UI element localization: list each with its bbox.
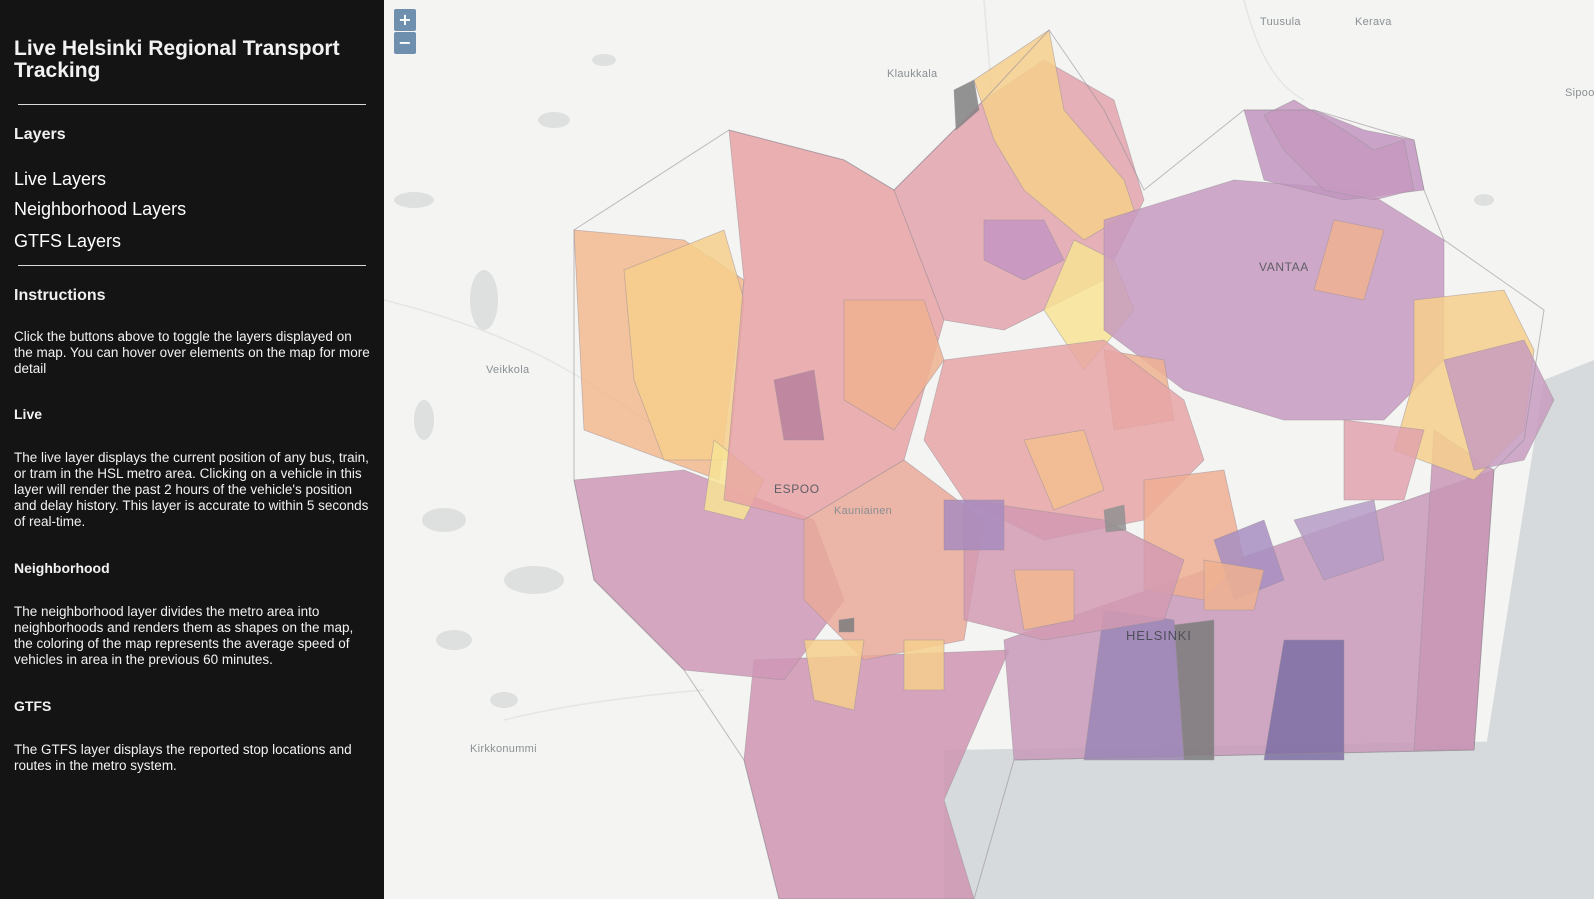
- sidebar: Live Helsinki Regional Transport Trackin…: [0, 0, 384, 899]
- map-view[interactable]: + − Tuusula Kerava Klaukkala Sipoo Veikk…: [384, 0, 1594, 899]
- instructions-text: Click the buttons above to toggle the la…: [14, 329, 370, 376]
- live-layers-button[interactable]: Live Layers: [14, 169, 106, 189]
- gtfs-heading: GTFS: [14, 698, 52, 714]
- place-label-veikkola: Veikkola: [486, 364, 530, 376]
- neighborhood-area[interactable]: [1013, 569, 1075, 631]
- sea-area: [944, 740, 1594, 899]
- map-canvas[interactable]: [384, 0, 1594, 899]
- place-label-kerava: Kerava: [1355, 16, 1392, 28]
- zoom-out-button[interactable]: −: [394, 32, 416, 54]
- neighborhood-layers-button[interactable]: Neighborhood Layers: [14, 199, 186, 219]
- zoom-in-button[interactable]: +: [394, 9, 416, 31]
- city-label-espoo: ESPOO: [774, 482, 820, 496]
- neighborhood-description: The neighborhood layer divides the metro…: [14, 604, 354, 667]
- place-label-klaukkala: Klaukkala: [887, 68, 938, 80]
- neighborhood-area[interactable]: [943, 499, 1005, 551]
- neighborhood-area[interactable]: [838, 617, 855, 633]
- gtfs-description: The GTFS layer displays the reported sto…: [14, 742, 352, 773]
- instructions-heading: Instructions: [14, 287, 106, 304]
- place-label-kauniainen: Kauniainen: [834, 505, 893, 517]
- neighborhood-area[interactable]: [903, 639, 945, 691]
- divider: [18, 104, 366, 105]
- place-label-sipoo: Sipoo: [1565, 87, 1594, 99]
- neighborhood-heading: Neighborhood: [14, 560, 110, 576]
- city-label-vantaa: VANTAA: [1259, 260, 1309, 274]
- place-label-tuusula: Tuusula: [1260, 16, 1301, 28]
- place-label-kirkkonummi: Kirkkonummi: [470, 743, 537, 755]
- divider: [18, 265, 366, 266]
- gtfs-layers-button[interactable]: GTFS Layers: [14, 231, 121, 251]
- page-title: Live Helsinki Regional Transport Trackin…: [14, 37, 340, 82]
- neighborhood-area[interactable]: [1103, 504, 1127, 533]
- layers-heading: Layers: [14, 126, 66, 143]
- city-label-helsinki: HELSINKI: [1126, 628, 1192, 643]
- live-heading: Live: [14, 406, 43, 422]
- live-description: The live layer displays the current posi…: [14, 450, 369, 529]
